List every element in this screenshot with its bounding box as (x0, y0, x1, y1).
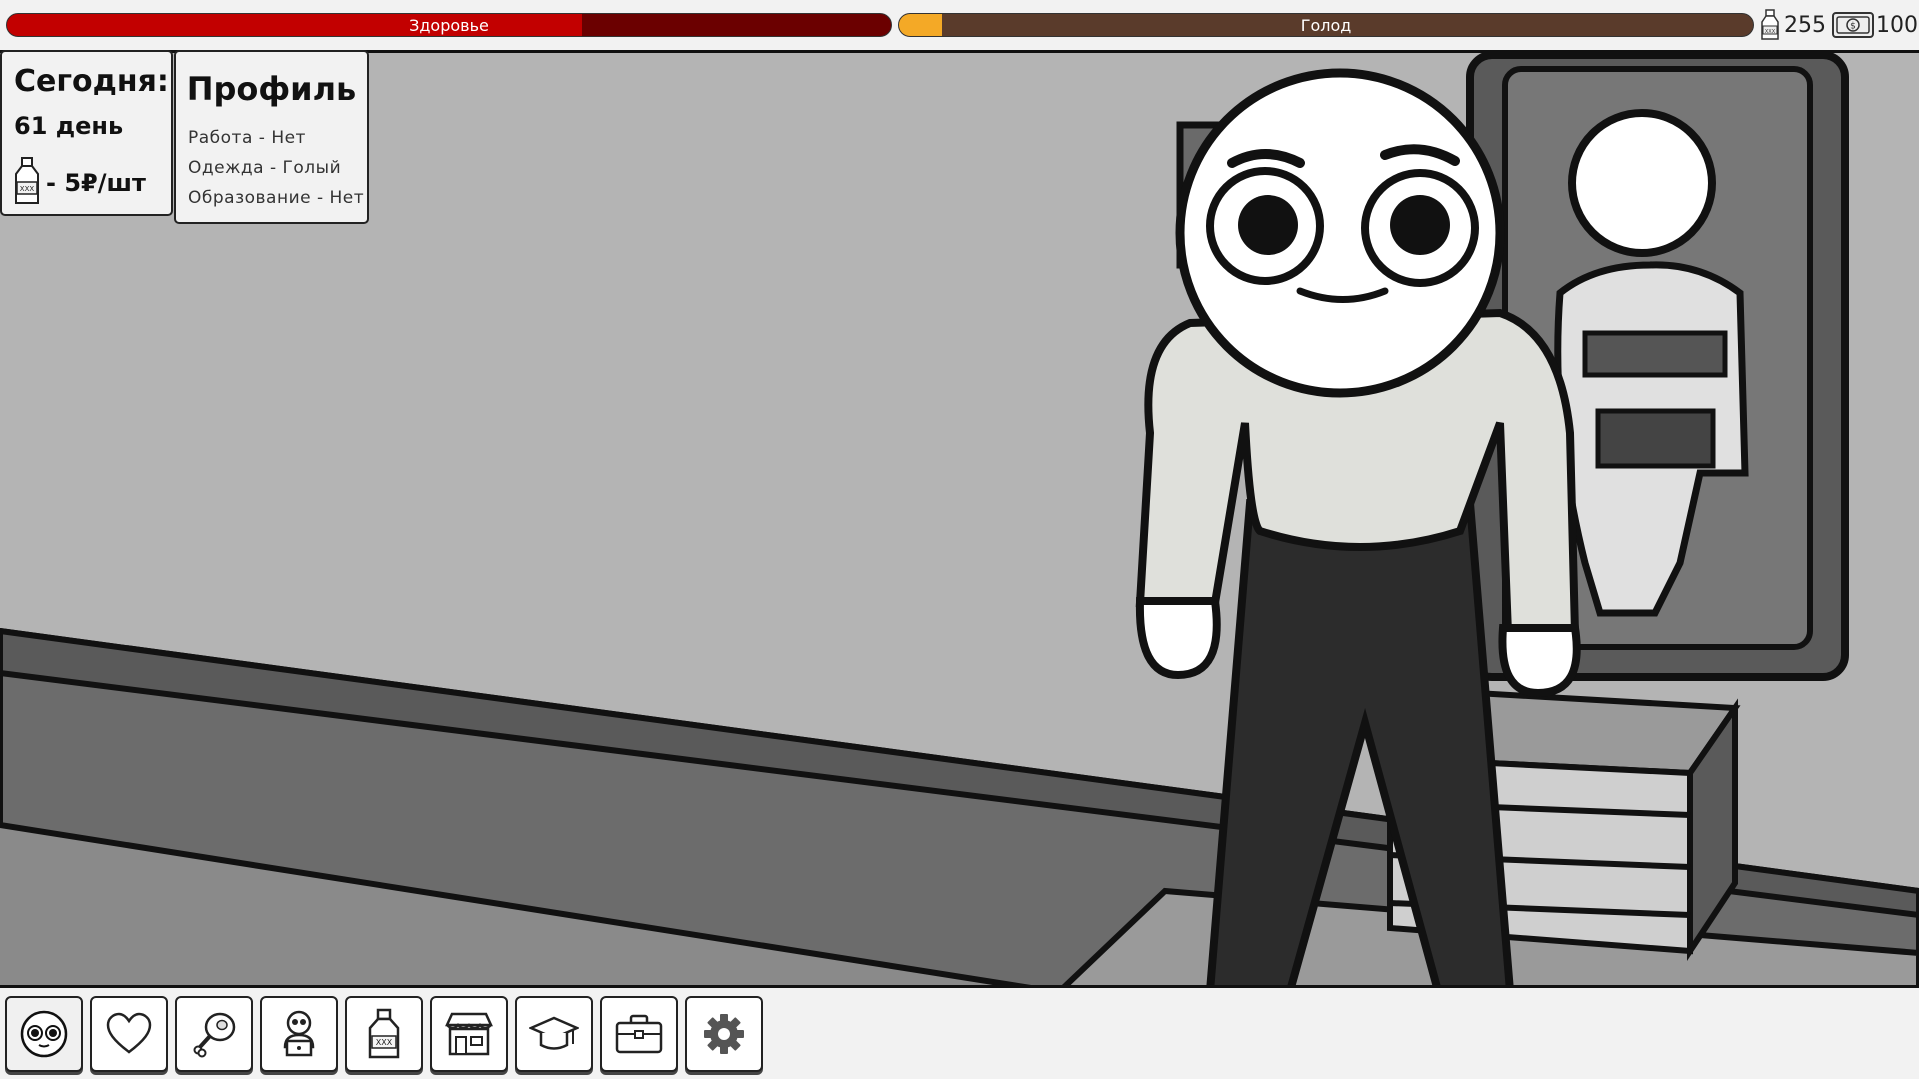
day-counter: 61 день (14, 112, 124, 140)
graduation-cap-icon (529, 1016, 579, 1050)
character-button[interactable] (5, 996, 83, 1072)
svg-text:XXX: XXX (20, 185, 35, 193)
bottle-price: - 5₽/шт (46, 169, 146, 197)
svg-text:XXX: XXX (376, 1038, 393, 1047)
bottles-button[interactable]: XXX (345, 996, 423, 1072)
face-icon (20, 1010, 68, 1058)
profile-job: Работа - Нет (188, 128, 306, 148)
heart-icon (106, 1012, 152, 1054)
hunger-bar-label: Голод (1300, 15, 1352, 35)
job-button[interactable] (600, 996, 678, 1072)
profile-clothes: Одежда - Голый (188, 158, 342, 178)
top-hud: Здоровье Голод XXX 255 $ 100 (0, 0, 1919, 50)
meat-icon (193, 1012, 236, 1058)
profile-education: Образование - Нет (188, 188, 365, 208)
profile-title: Профиль (186, 70, 357, 108)
health-bar-label: Здоровье (409, 15, 489, 35)
bottle-icon: XXX (368, 1008, 400, 1059)
profile-panel[interactable]: Профиль Работа - Нет Одежда - Голый Обра… (174, 50, 369, 224)
shop-button[interactable] (430, 996, 508, 1072)
hunger-bar: Голод (898, 13, 1754, 37)
svg-text:XXX: XXX (1765, 29, 1776, 35)
money-count: 100 (1876, 12, 1918, 38)
money-counter: $ 100 (1832, 8, 1918, 42)
bottle-icon: XXX (12, 156, 42, 210)
bottle-price-row: XXX - 5₽/шт (12, 156, 146, 210)
gear-icon (704, 1014, 744, 1054)
bottle-count: 255 (1784, 12, 1826, 38)
bottom-toolbar: XXX (0, 988, 1919, 1079)
hacker-icon (283, 1010, 315, 1057)
health-button[interactable] (90, 996, 168, 1072)
bottle-icon: XXX (1758, 9, 1782, 41)
svg-text:$: $ (1850, 22, 1856, 32)
education-button[interactable] (515, 996, 593, 1072)
today-title: Сегодня: (14, 64, 169, 99)
cash-icon: $ (1832, 12, 1874, 38)
hacker-button[interactable] (260, 996, 338, 1072)
briefcase-icon (615, 1014, 663, 1054)
health-bar: Здоровье (6, 13, 892, 37)
food-button[interactable] (175, 996, 253, 1072)
today-panel: Сегодня: 61 день XXX - 5₽/шт (0, 50, 173, 216)
bottle-counter: XXX 255 (1758, 8, 1826, 42)
shop-icon (445, 1012, 493, 1056)
settings-button[interactable] (685, 996, 763, 1072)
